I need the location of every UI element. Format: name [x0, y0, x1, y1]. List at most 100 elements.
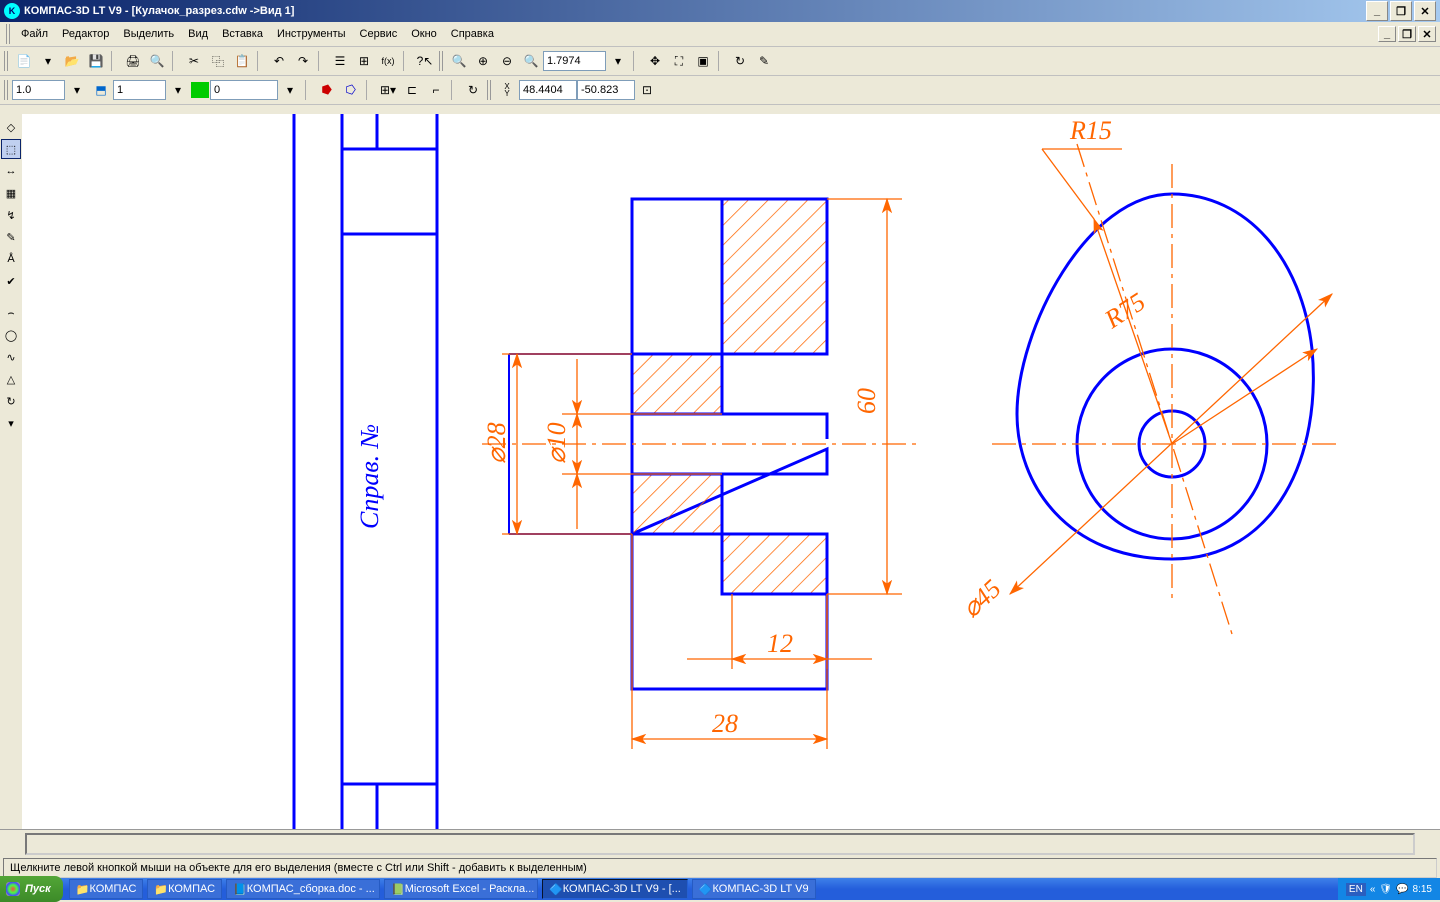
- zoom-in-button[interactable]: ⊕: [472, 50, 494, 72]
- scale-input[interactable]: [12, 80, 65, 100]
- menu-help[interactable]: Справка: [444, 26, 501, 42]
- zoom-window-button[interactable]: 🔍: [448, 50, 470, 72]
- mdi-minimize-button[interactable]: _: [1378, 26, 1396, 42]
- layer-input[interactable]: [113, 80, 166, 100]
- windows-icon: [6, 882, 20, 896]
- clock[interactable]: 8:15: [1413, 884, 1432, 895]
- spec-tool[interactable]: ✔: [1, 271, 21, 291]
- grip-icon[interactable]: [6, 24, 12, 44]
- new-button[interactable]: 📄: [13, 50, 35, 72]
- scale-dropdown[interactable]: ▾: [66, 79, 88, 101]
- grip-icon[interactable]: [439, 51, 445, 71]
- print-button[interactable]: 🖨: [122, 50, 144, 72]
- task-item-2[interactable]: 📘 КОМПАС_сборка.doc - ...: [226, 879, 380, 899]
- zoom-dropdown[interactable]: ▾: [607, 50, 629, 72]
- snap-off-button[interactable]: ⭔: [340, 79, 362, 101]
- close-button[interactable]: ✕: [1414, 1, 1436, 21]
- dimension-tool[interactable]: ↔: [1, 161, 21, 181]
- grip-icon[interactable]: [487, 80, 493, 100]
- minimize-button[interactable]: _: [1366, 1, 1388, 21]
- menu-view[interactable]: Вид: [181, 26, 215, 42]
- mdi-restore-button[interactable]: ❐: [1398, 26, 1416, 42]
- restore-button[interactable]: ❐: [1390, 1, 1412, 21]
- new-dropdown[interactable]: ▾: [37, 50, 59, 72]
- hatch-tool[interactable]: ▦: [1, 183, 21, 203]
- round-button[interactable]: ↻: [462, 79, 484, 101]
- grip-icon[interactable]: [4, 80, 10, 100]
- local-cs-button[interactable]: ⌐: [425, 79, 447, 101]
- help-cursor-button[interactable]: ?↖: [414, 50, 436, 72]
- menu-tools[interactable]: Инструменты: [270, 26, 353, 42]
- menu-file[interactable]: Файл: [14, 26, 55, 42]
- cut-button[interactable]: ✂: [183, 50, 205, 72]
- menu-service[interactable]: Сервис: [353, 26, 405, 42]
- preview-button[interactable]: 🔍: [146, 50, 168, 72]
- zoom-out-button[interactable]: ⊖: [496, 50, 518, 72]
- task-item-4[interactable]: 🔷 КОМПАС-3D LT V9 - [...: [542, 879, 688, 899]
- pan-button[interactable]: ✥: [644, 50, 666, 72]
- arc-tool[interactable]: ⌢: [1, 303, 21, 323]
- refresh-button[interactable]: ↻: [729, 50, 751, 72]
- coord-lock-button[interactable]: ⊡: [636, 79, 658, 101]
- variables-button[interactable]: f(x): [377, 50, 399, 72]
- style-input[interactable]: [210, 80, 278, 100]
- current-state-toolbar: ▾ ⬒ ▾ ▾ ⭓ ⭔ ⊞▾ ⊏ ⌐ ↻ XY ⊡: [0, 76, 1440, 105]
- snap-on-button[interactable]: ⭓: [316, 79, 338, 101]
- zoom-all-button[interactable]: ▣: [692, 50, 714, 72]
- zoom-input[interactable]: [543, 51, 606, 71]
- tray-icon[interactable]: 💬: [1396, 884, 1408, 895]
- edit-tool[interactable]: ↯: [1, 205, 21, 225]
- dim-r15: R15: [1069, 116, 1112, 145]
- system-tray[interactable]: EN « 🛡 💬 8:15: [1338, 878, 1440, 900]
- menu-select[interactable]: Выделить: [116, 26, 181, 42]
- lang-indicator[interactable]: EN: [1346, 883, 1366, 896]
- coord-x-input[interactable]: [519, 80, 577, 100]
- zoom-fit-button[interactable]: ⛶: [668, 50, 690, 72]
- task-item-0[interactable]: 📁 КОМПАС: [69, 879, 144, 899]
- layer-color-button[interactable]: [191, 82, 209, 98]
- tray-icon[interactable]: 🛡: [1379, 884, 1392, 895]
- save-button[interactable]: 💾: [85, 50, 107, 72]
- grid-button[interactable]: ⊞▾: [377, 79, 399, 101]
- grip-icon[interactable]: [4, 51, 10, 71]
- open-button[interactable]: 📂: [61, 50, 83, 72]
- dim-d10: ⌀10: [542, 422, 571, 464]
- task-item-3[interactable]: 📗 Microsoft Excel - Раскла...: [384, 879, 538, 899]
- select-tool[interactable]: ⬚: [1, 139, 21, 159]
- redraw-button[interactable]: ✎: [753, 50, 775, 72]
- geometry-tool[interactable]: ◇: [1, 117, 21, 137]
- dropdown-icon[interactable]: ▾: [1, 413, 21, 433]
- menu-window[interactable]: Окно: [404, 26, 444, 42]
- ortho-button[interactable]: ⊏: [401, 79, 423, 101]
- task-item-1[interactable]: 📁 КОМПАС: [147, 879, 222, 899]
- param-tool[interactable]: ✎: [1, 227, 21, 247]
- zoom-scale-button[interactable]: 🔍: [520, 50, 542, 72]
- coord-y-input[interactable]: [577, 80, 635, 100]
- copy-button[interactable]: ⿻: [207, 50, 229, 72]
- paste-button[interactable]: 📋: [231, 50, 253, 72]
- measure-tool[interactable]: Å: [1, 249, 21, 269]
- tree-button[interactable]: ⊞: [353, 50, 375, 72]
- menu-edit[interactable]: Редактор: [55, 26, 116, 42]
- cad-drawing: Справ. №: [22, 114, 1440, 830]
- start-button[interactable]: Пуск: [0, 876, 63, 902]
- circle-tool[interactable]: ◯: [1, 325, 21, 345]
- drawing-canvas[interactable]: Справ. №: [22, 114, 1440, 830]
- redo-button[interactable]: ↷: [292, 50, 314, 72]
- style-dropdown[interactable]: ▾: [279, 79, 301, 101]
- layer-dropdown[interactable]: ▾: [167, 79, 189, 101]
- dim-28: 28: [712, 709, 738, 738]
- command-line[interactable]: [25, 833, 1415, 855]
- view-state-button[interactable]: ⬒: [90, 79, 112, 101]
- task-item-5[interactable]: 🔷 КОМПАС-3D LT V9: [692, 879, 816, 899]
- tool-palette: ◇ ⬚ ↔ ▦ ↯ ✎ Å ✔ ⌢ ◯ ∿ △ ↻ ▾: [0, 114, 23, 830]
- tray-icon[interactable]: «: [1370, 884, 1376, 895]
- menu-insert[interactable]: Вставка: [215, 26, 270, 42]
- bezier-tool[interactable]: ∿: [1, 347, 21, 367]
- redo-tool[interactable]: ↻: [1, 391, 21, 411]
- undo-button[interactable]: ↶: [268, 50, 290, 72]
- properties-button[interactable]: ☰: [329, 50, 351, 72]
- mdi-close-button[interactable]: ✕: [1418, 26, 1436, 42]
- app-title: КОМПАС-3D LT V9 - [Кулачок_разрез.cdw ->…: [24, 5, 294, 17]
- polyline-tool[interactable]: △: [1, 369, 21, 389]
